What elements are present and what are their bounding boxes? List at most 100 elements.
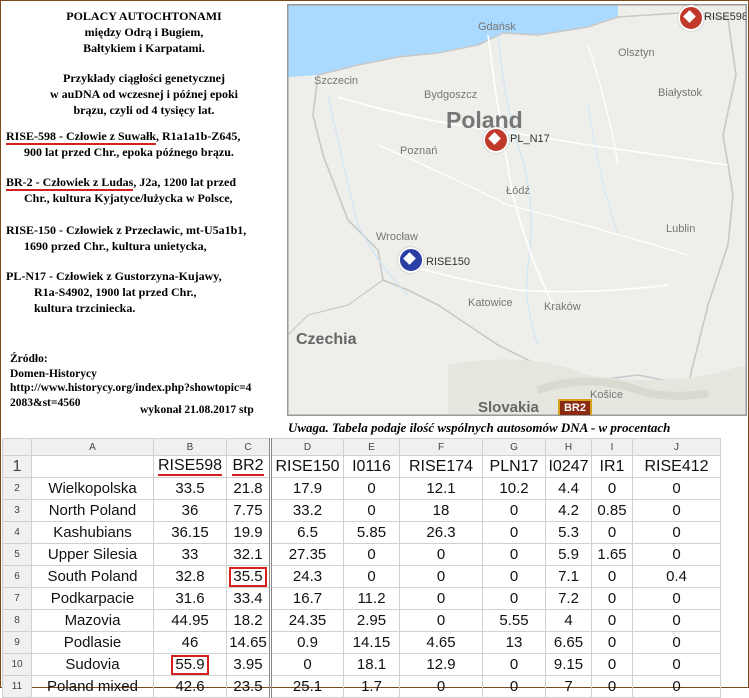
value-cell[interactable]: 0 <box>343 565 400 588</box>
marker-br2[interactable]: BR2 <box>558 399 592 415</box>
value-cell[interactable]: 0 <box>482 675 546 698</box>
value-cell[interactable]: 0 <box>632 587 721 610</box>
value-cell[interactable]: 0 <box>482 587 546 610</box>
value-cell[interactable]: 0 <box>591 565 633 588</box>
row-number[interactable]: 10 <box>2 653 32 676</box>
value-cell[interactable]: 0 <box>632 499 721 522</box>
region-cell[interactable]: Mazovia <box>31 609 154 632</box>
value-cell[interactable]: 13 <box>482 631 546 654</box>
value-cell[interactable]: 2.95 <box>343 609 400 632</box>
value-cell[interactable]: 4 <box>545 609 592 632</box>
value-cell[interactable]: 0 <box>632 675 721 698</box>
value-cell[interactable]: 24.3 <box>269 565 344 588</box>
value-cell[interactable]: 31.6 <box>153 587 227 610</box>
row-number[interactable]: 5 <box>2 543 32 566</box>
col-C[interactable]: C <box>226 438 271 456</box>
value-cell[interactable]: 0 <box>632 631 721 654</box>
value-cell[interactable]: 7 <box>545 675 592 698</box>
marker-rise598[interactable] <box>678 5 704 31</box>
value-cell[interactable]: 5.85 <box>343 521 400 544</box>
value-cell[interactable]: 7.75 <box>226 499 271 522</box>
value-cell[interactable]: 33.2 <box>269 499 344 522</box>
value-cell[interactable]: 12.9 <box>399 653 483 676</box>
header-cell[interactable]: I0247 <box>545 455 592 478</box>
col-I[interactable]: I <box>591 438 633 456</box>
value-cell[interactable]: 4.65 <box>399 631 483 654</box>
col-A[interactable]: A <box>31 438 154 456</box>
value-cell[interactable]: 0 <box>632 543 721 566</box>
region-cell[interactable]: Poland mixed <box>31 675 154 698</box>
value-cell[interactable]: 0 <box>399 587 483 610</box>
header-cell[interactable] <box>31 455 154 478</box>
value-cell[interactable]: 0 <box>343 543 400 566</box>
value-cell[interactable]: 0 <box>399 543 483 566</box>
value-cell[interactable]: 4.4 <box>545 477 592 500</box>
col-E[interactable]: E <box>343 438 400 456</box>
value-cell[interactable]: 1.7 <box>343 675 400 698</box>
value-cell[interactable]: 0 <box>482 521 546 544</box>
value-cell[interactable]: 0 <box>632 521 721 544</box>
value-cell[interactable]: 26.3 <box>399 521 483 544</box>
region-cell[interactable]: Podlasie <box>31 631 154 654</box>
value-cell[interactable]: 18.1 <box>343 653 400 676</box>
value-cell[interactable]: 35.5 <box>226 565 271 588</box>
value-cell[interactable]: 6.65 <box>545 631 592 654</box>
row-number[interactable]: 1 <box>2 455 32 478</box>
value-cell[interactable]: 7.1 <box>545 565 592 588</box>
value-cell[interactable]: 0 <box>343 499 400 522</box>
value-cell[interactable]: 46 <box>153 631 227 654</box>
value-cell[interactable]: 0 <box>399 609 483 632</box>
value-cell[interactable]: 36.15 <box>153 521 227 544</box>
value-cell[interactable]: 14.15 <box>343 631 400 654</box>
row-number[interactable]: 11 <box>2 675 32 698</box>
value-cell[interactable]: 11.2 <box>343 587 400 610</box>
header-cell[interactable]: RISE412 <box>632 455 721 478</box>
marker-pln17[interactable] <box>483 127 509 153</box>
value-cell[interactable]: 0 <box>591 631 633 654</box>
value-cell[interactable]: 18 <box>399 499 483 522</box>
value-cell[interactable]: 44.95 <box>153 609 227 632</box>
value-cell[interactable]: 0 <box>632 477 721 500</box>
col-G[interactable]: G <box>482 438 546 456</box>
row-number[interactable]: 2 <box>2 477 32 500</box>
col-J[interactable]: J <box>632 438 721 456</box>
header-cell[interactable]: BR2 <box>226 455 271 478</box>
value-cell[interactable]: 0 <box>482 565 546 588</box>
value-cell[interactable]: 23.5 <box>226 675 271 698</box>
col-B[interactable]: B <box>153 438 227 456</box>
value-cell[interactable]: 0.9 <box>269 631 344 654</box>
value-cell[interactable]: 14.65 <box>226 631 271 654</box>
value-cell[interactable]: 4.2 <box>545 499 592 522</box>
header-cell[interactable]: RISE174 <box>399 455 483 478</box>
row-number[interactable]: 7 <box>2 587 32 610</box>
value-cell[interactable]: 0 <box>399 675 483 698</box>
value-cell[interactable]: 25.1 <box>269 675 344 698</box>
value-cell[interactable]: 16.7 <box>269 587 344 610</box>
region-cell[interactable]: North Poland <box>31 499 154 522</box>
value-cell[interactable]: 7.2 <box>545 587 592 610</box>
source-link[interactable]: http://www.historycy.org/index.php?showt… <box>10 381 285 396</box>
row-number[interactable]: 9 <box>2 631 32 654</box>
value-cell[interactable]: 0 <box>632 653 721 676</box>
value-cell[interactable]: 12.1 <box>399 477 483 500</box>
value-cell[interactable]: 21.8 <box>226 477 271 500</box>
value-cell[interactable]: 5.9 <box>545 543 592 566</box>
marker-rise150[interactable] <box>398 247 424 273</box>
header-cell[interactable]: I0116 <box>343 455 400 478</box>
value-cell[interactable]: 33.5 <box>153 477 227 500</box>
col-H[interactable]: H <box>545 438 592 456</box>
value-cell[interactable]: 24.35 <box>269 609 344 632</box>
value-cell[interactable]: 5.55 <box>482 609 546 632</box>
value-cell[interactable]: 6.5 <box>269 521 344 544</box>
region-cell[interactable]: Wielkopolska <box>31 477 154 500</box>
row-number[interactable]: 4 <box>2 521 32 544</box>
region-cell[interactable]: Upper Silesia <box>31 543 154 566</box>
header-cell[interactable]: PLN17 <box>482 455 546 478</box>
value-cell[interactable]: 0 <box>591 521 633 544</box>
value-cell[interactable]: 0 <box>632 609 721 632</box>
value-cell[interactable]: 0.4 <box>632 565 721 588</box>
header-cell[interactable]: IR1 <box>591 455 633 478</box>
value-cell[interactable]: 0 <box>591 675 633 698</box>
value-cell[interactable]: 0 <box>591 477 633 500</box>
row-number[interactable]: 3 <box>2 499 32 522</box>
